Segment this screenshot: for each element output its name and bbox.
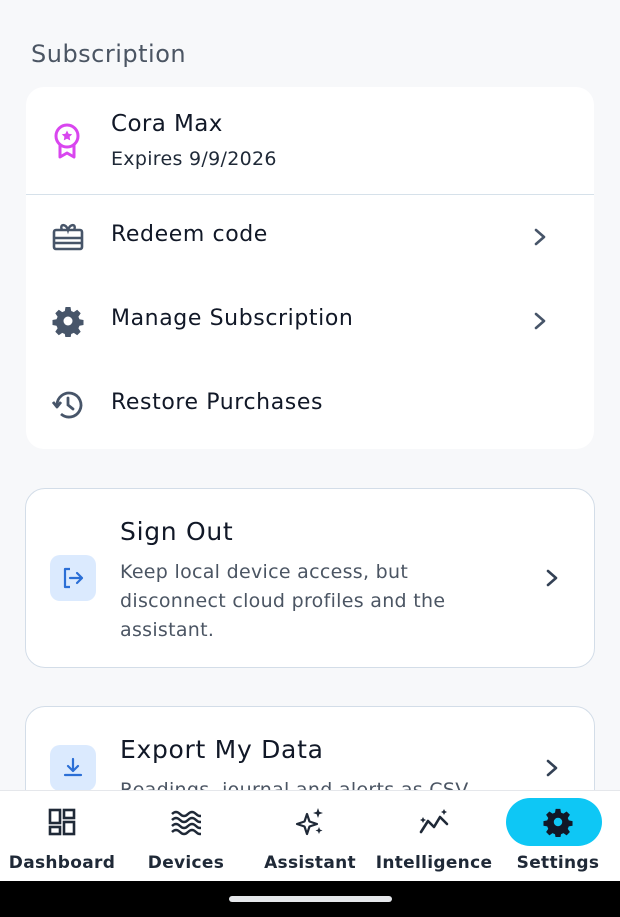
plan-row: Cora Max Expires 9/9/2026 xyxy=(26,87,594,195)
nav-settings-label: Settings xyxy=(516,853,600,873)
system-navigation-bar xyxy=(0,881,620,917)
sign-out-title: Sign Out xyxy=(120,517,234,546)
gear-icon xyxy=(543,808,573,837)
history-icon xyxy=(52,391,83,419)
nav-devices[interactable]: Devices xyxy=(124,791,248,882)
waves-icon xyxy=(171,810,201,836)
download-icon xyxy=(63,757,83,777)
chevron-right-icon xyxy=(534,312,546,330)
nav-intelligence[interactable]: Intelligence xyxy=(372,791,496,882)
logout-icon-tile xyxy=(50,555,96,601)
home-indicator[interactable] xyxy=(229,896,392,902)
redeem-code-label: Redeem code xyxy=(111,222,268,247)
gift-card-icon xyxy=(52,223,84,251)
sparkles-icon xyxy=(295,808,323,836)
nav-devices-label: Devices xyxy=(147,853,225,873)
plan-expiry: Expires 9/9/2026 xyxy=(111,148,277,170)
award-badge-icon xyxy=(54,123,80,159)
export-data-card[interactable]: Export My Data Readings, journal and ale… xyxy=(25,706,595,790)
trend-line-icon xyxy=(419,809,449,834)
chevron-right-icon xyxy=(546,569,558,587)
redeem-code-row[interactable]: Redeem code xyxy=(26,195,594,279)
logout-icon xyxy=(63,567,84,589)
nav-dashboard-label: Dashboard xyxy=(8,853,116,873)
nav-assistant[interactable]: Assistant xyxy=(248,791,372,882)
sign-out-card[interactable]: Sign Out Keep local device access, but d… xyxy=(25,488,595,668)
export-data-description: Readings, journal and alerts as CSV xyxy=(120,779,469,790)
subscription-card: Cora Max Expires 9/9/2026 Redeem code Ma… xyxy=(26,87,594,449)
nav-assistant-label: Assistant xyxy=(264,853,356,873)
plan-name: Cora Max xyxy=(111,111,223,137)
manage-subscription-label: Manage Subscription xyxy=(111,306,354,331)
settings-scroll-area[interactable]: Subscription Cora Max Expires 9/9/2026 R… xyxy=(0,0,620,790)
nav-settings[interactable]: Settings xyxy=(496,791,620,882)
chevron-right-icon xyxy=(534,228,546,246)
nav-dashboard[interactable]: Dashboard xyxy=(0,791,124,882)
download-icon-tile xyxy=(50,745,96,790)
gear-icon xyxy=(52,307,84,337)
sign-out-description: Keep local device access, but disconnect… xyxy=(120,561,446,641)
dashboard-grid-icon xyxy=(48,808,76,836)
nav-intelligence-label: Intelligence xyxy=(375,853,493,873)
chevron-right-icon xyxy=(546,759,558,777)
section-title: Subscription xyxy=(31,40,187,68)
restore-purchases-label: Restore Purchases xyxy=(111,390,324,415)
manage-subscription-row[interactable]: Manage Subscription xyxy=(26,279,594,363)
export-data-title: Export My Data xyxy=(120,735,324,764)
bottom-nav: Dashboard Devices Assistant Intelligence xyxy=(0,790,620,881)
restore-purchases-row[interactable]: Restore Purchases xyxy=(26,363,594,447)
